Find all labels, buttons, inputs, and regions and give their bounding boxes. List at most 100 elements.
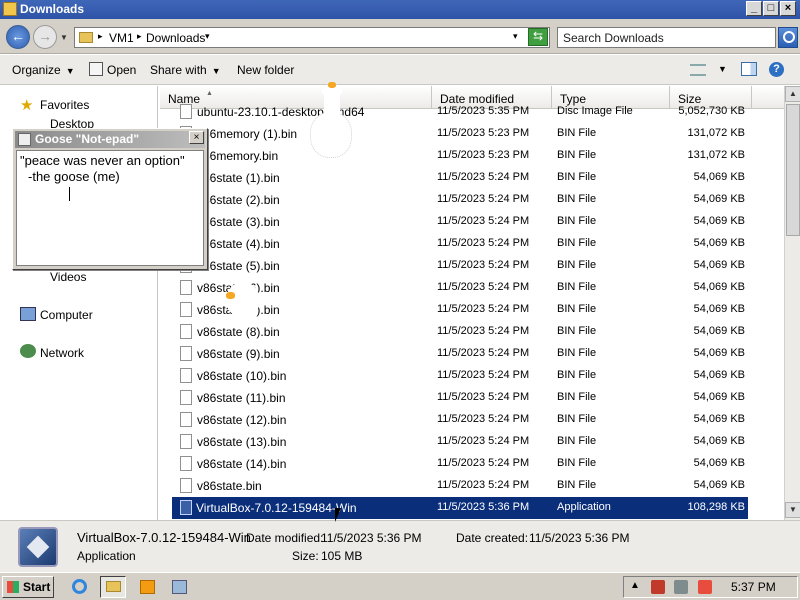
- search-input[interactable]: Search Downloads: [557, 27, 776, 48]
- file-date: 11/5/2023 5:24 PM: [437, 303, 530, 315]
- file-row[interactable]: v86state (4).bin 11/5/2023 5:24 PM BIN Fil…: [160, 233, 784, 255]
- refresh-icon[interactable]: ⇆: [528, 28, 548, 46]
- goose-note-window[interactable]: Goose "Not-epad" × "peace was never an o…: [12, 128, 208, 270]
- scroll-thumb[interactable]: [786, 104, 800, 236]
- file-date: 11/5/2023 5:24 PM: [437, 193, 530, 205]
- file-row[interactable]: v86state (2).bin 11/5/2023 5:24 PM BIN Fil…: [160, 189, 784, 211]
- security-alert-icon[interactable]: [651, 580, 665, 594]
- history-dropdown-icon[interactable]: ▼: [60, 33, 68, 42]
- file-row-selected[interactable]: VirtualBox-7.0.12-159484-Win 11/5/2023 5:…: [172, 497, 748, 519]
- file-date: 11/5/2023 5:24 PM: [437, 413, 530, 425]
- file-row[interactable]: ubuntu-23.10.1-desktop-amd64 11/5/2023 5:…: [160, 101, 784, 123]
- back-button[interactable]: ←: [6, 25, 30, 49]
- file-row[interactable]: v86memory (1).bin 11/5/2023 5:23 PM BIN Fi…: [160, 123, 784, 145]
- volume-muted-icon[interactable]: [698, 580, 712, 594]
- view-dropdown-icon[interactable]: ▼: [718, 64, 727, 74]
- note-title-bar[interactable]: Goose "Not-epad": [15, 131, 205, 148]
- file-row[interactable]: v86state (8).bin 11/5/2023 5:24 PM BIN Fil…: [160, 321, 784, 343]
- note-text-area[interactable]: "peace was never an option" -the goose (…: [16, 150, 204, 266]
- file-name: v86state (3).bin: [197, 215, 280, 229]
- maximize-button[interactable]: □: [763, 1, 779, 16]
- goose-beak-icon: [328, 82, 336, 88]
- details-modified-value: 11/5/2023 5:36 PM: [321, 531, 422, 545]
- show-hidden-icon[interactable]: ▲: [628, 580, 642, 594]
- file-row[interactable]: v86state (10).bin 11/5/2023 5:24 PM BIN Fi…: [160, 365, 784, 387]
- file-size: 5,052,730 KB: [678, 105, 745, 117]
- file-row[interactable]: v86state (12).bin 11/5/2023 5:24 PM BIN Fi…: [160, 409, 784, 431]
- title-bar[interactable]: Downloads _ □ ×: [0, 0, 800, 19]
- file-row[interactable]: v86state (14).bin 11/5/2023 5:24 PM BIN Fi…: [160, 453, 784, 475]
- search-icon[interactable]: [778, 27, 798, 48]
- folder-icon: [3, 2, 17, 16]
- forward-button[interactable]: →: [33, 25, 57, 49]
- file-icon: [180, 302, 192, 317]
- nav-network[interactable]: Network: [40, 346, 84, 360]
- computer-icon: [20, 307, 36, 321]
- file-type: BIN File: [557, 347, 597, 359]
- file-size: 108,298 KB: [687, 501, 746, 513]
- breadcrumb-vm1[interactable]: VM1: [109, 31, 134, 45]
- minimize-button[interactable]: _: [746, 1, 762, 16]
- file-row[interactable]: v86memory.bin 11/5/2023 5:23 PM BIN File 13…: [160, 145, 784, 167]
- file-row[interactable]: v86state (3).bin 11/5/2023 5:24 PM BIN Fil…: [160, 211, 784, 233]
- file-size: 54,069 KB: [693, 237, 745, 249]
- file-type: BIN File: [557, 391, 597, 403]
- file-row[interactable]: v86state (5).bin 11/5/2023 5:24 PM BIN Fil…: [160, 255, 784, 277]
- file-icon: [180, 434, 192, 449]
- chevron-down-icon[interactable]: ▾: [205, 31, 210, 42]
- nav-favorites[interactable]: Favorites: [40, 98, 89, 112]
- file-date: 11/5/2023 5:36 PM: [437, 501, 530, 513]
- file-name: v86state (9).bin: [197, 347, 280, 361]
- file-type: BIN File: [557, 171, 597, 183]
- address-bar[interactable]: ▸ VM1 ▸ Downloads ▾ ▾: [74, 27, 550, 48]
- note-close-button[interactable]: ×: [189, 131, 204, 144]
- file-size: 54,069 KB: [693, 435, 745, 447]
- file-size: 54,069 KB: [693, 413, 745, 425]
- explorer-taskbar-icon[interactable]: [100, 576, 126, 598]
- open-button[interactable]: Open: [107, 63, 136, 77]
- close-button[interactable]: ×: [780, 1, 796, 16]
- file-row[interactable]: v86state (13).bin 11/5/2023 5:24 PM BIN Fi…: [160, 431, 784, 453]
- internet-explorer-icon[interactable]: [66, 576, 92, 598]
- scroll-up-icon[interactable]: ▲: [785, 86, 800, 102]
- file-size: 54,069 KB: [693, 215, 745, 227]
- goose-beak-icon: [226, 292, 235, 299]
- organize-button[interactable]: Organize ▼: [12, 63, 75, 77]
- chevron-right-icon[interactable]: ▸: [98, 31, 103, 42]
- media-player-icon[interactable]: [134, 576, 160, 598]
- file-date: 11/5/2023 5:24 PM: [437, 281, 530, 293]
- file-type: BIN File: [557, 149, 597, 161]
- file-type: BIN File: [557, 479, 597, 491]
- vertical-scrollbar[interactable]: ▲ ▼: [784, 86, 800, 520]
- network-status-icon[interactable]: [674, 580, 688, 594]
- file-name: v86state (13).bin: [197, 435, 287, 449]
- share-with-button[interactable]: Share with ▼: [150, 63, 221, 77]
- scroll-down-icon[interactable]: ▼: [785, 502, 800, 518]
- file-row[interactable]: v86state (1).bin 11/5/2023 5:24 PM BIN Fil…: [160, 167, 784, 189]
- breadcrumb-downloads[interactable]: Downloads: [146, 31, 205, 45]
- file-row[interactable]: v86state (11).bin 11/5/2023 5:24 PM BIN Fi…: [160, 387, 784, 409]
- preview-pane-icon[interactable]: [741, 62, 757, 76]
- file-date: 11/5/2023 5:35 PM: [437, 105, 530, 117]
- change-view-icon[interactable]: [690, 64, 706, 76]
- chevron-right-icon[interactable]: ▸: [137, 31, 142, 42]
- clock[interactable]: 5:37 PM: [731, 580, 776, 594]
- file-row[interactable]: v86state (9).bin 11/5/2023 5:24 PM BIN Fil…: [160, 343, 784, 365]
- note-line-1: "peace was never an option": [20, 153, 185, 168]
- nav-videos[interactable]: Videos: [50, 270, 86, 284]
- file-icon: [180, 500, 192, 515]
- start-button[interactable]: Start: [2, 576, 54, 598]
- nav-computer[interactable]: Computer: [40, 308, 93, 322]
- file-name: v86state (2).bin: [197, 193, 280, 207]
- file-row[interactable]: v86state.bin 11/5/2023 5:24 PM BIN File 54,…: [160, 475, 784, 497]
- start-label: Start: [23, 580, 51, 594]
- new-folder-button[interactable]: New folder: [237, 63, 294, 77]
- file-date: 11/5/2023 5:24 PM: [437, 237, 530, 249]
- command-bar: Organize ▼ Open Share with ▼ New folder ▼ …: [0, 55, 800, 85]
- address-dropdown-icon[interactable]: ▾: [513, 31, 518, 42]
- help-icon[interactable]: ?: [769, 62, 784, 77]
- file-name: v86state (4).bin: [197, 237, 280, 251]
- app-taskbar-icon[interactable]: [166, 576, 192, 598]
- star-icon: ★: [20, 97, 34, 114]
- folder-icon: [79, 32, 93, 43]
